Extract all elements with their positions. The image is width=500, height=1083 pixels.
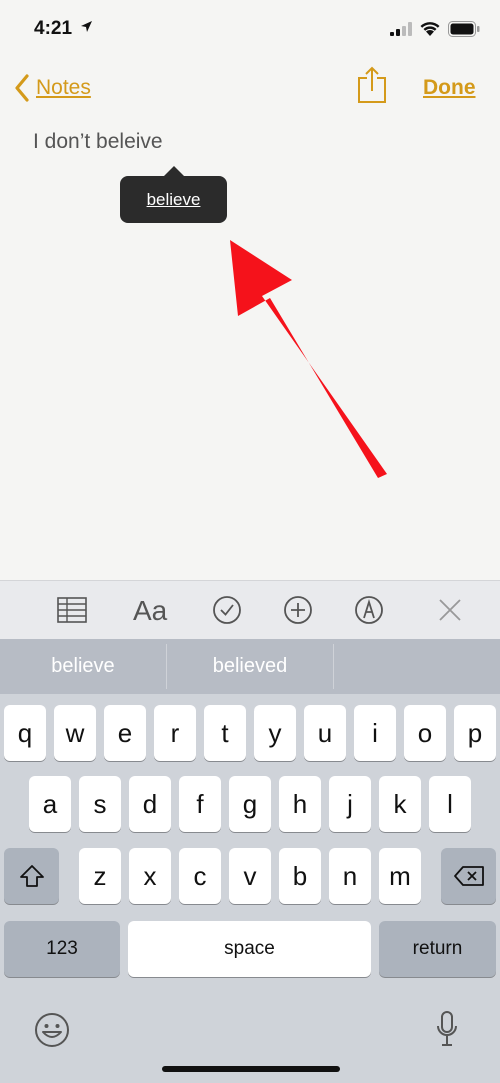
- format-icon[interactable]: Aa: [133, 595, 167, 627]
- key-r[interactable]: r: [154, 705, 196, 761]
- shift-icon: [19, 865, 44, 887]
- prediction-item[interactable]: [334, 639, 500, 694]
- key-g[interactable]: g: [229, 776, 271, 832]
- annotation-arrow: [230, 240, 387, 478]
- key-j[interactable]: j: [329, 776, 371, 832]
- key-u[interactable]: u: [304, 705, 346, 761]
- close-icon[interactable]: [437, 597, 463, 623]
- key-f[interactable]: f: [179, 776, 221, 832]
- key-e[interactable]: e: [104, 705, 146, 761]
- key-d[interactable]: d: [129, 776, 171, 832]
- shift-key[interactable]: [4, 848, 59, 904]
- prediction-item[interactable]: believed: [167, 639, 333, 694]
- emoji-icon[interactable]: [34, 1012, 70, 1048]
- add-icon[interactable]: [283, 595, 313, 625]
- key-a[interactable]: a: [29, 776, 71, 832]
- key-t[interactable]: t: [204, 705, 246, 761]
- key-n[interactable]: n: [329, 848, 371, 904]
- prediction-item[interactable]: believe: [0, 639, 166, 694]
- format-toolbar: Aa: [0, 580, 500, 639]
- key-o[interactable]: o: [404, 705, 446, 761]
- key-s[interactable]: s: [79, 776, 121, 832]
- delete-key[interactable]: [441, 848, 496, 904]
- key-z[interactable]: z: [79, 848, 121, 904]
- markup-icon[interactable]: [354, 595, 384, 625]
- microphone-icon[interactable]: [436, 1010, 458, 1048]
- key-l[interactable]: l: [429, 776, 471, 832]
- key-w[interactable]: w: [54, 705, 96, 761]
- home-indicator: [162, 1066, 340, 1072]
- backspace-icon: [453, 866, 484, 886]
- key-m[interactable]: m: [379, 848, 421, 904]
- key-h[interactable]: h: [279, 776, 321, 832]
- key-k[interactable]: k: [379, 776, 421, 832]
- key-c[interactable]: c: [179, 848, 221, 904]
- key-i[interactable]: i: [354, 705, 396, 761]
- key-v[interactable]: v: [229, 848, 271, 904]
- keyboard: q w e r t y u i o p a s d f g h j k l z …: [0, 694, 500, 1083]
- table-icon[interactable]: [57, 597, 87, 623]
- return-key[interactable]: return: [379, 921, 496, 977]
- space-key[interactable]: space: [128, 921, 371, 977]
- checklist-icon[interactable]: [212, 595, 242, 625]
- key-b[interactable]: b: [279, 848, 321, 904]
- key-x[interactable]: x: [129, 848, 171, 904]
- predictive-text-bar: believe believed: [0, 639, 500, 694]
- key-q[interactable]: q: [4, 705, 46, 761]
- key-p[interactable]: p: [454, 705, 496, 761]
- numbers-key[interactable]: 123: [4, 921, 120, 977]
- key-y[interactable]: y: [254, 705, 296, 761]
